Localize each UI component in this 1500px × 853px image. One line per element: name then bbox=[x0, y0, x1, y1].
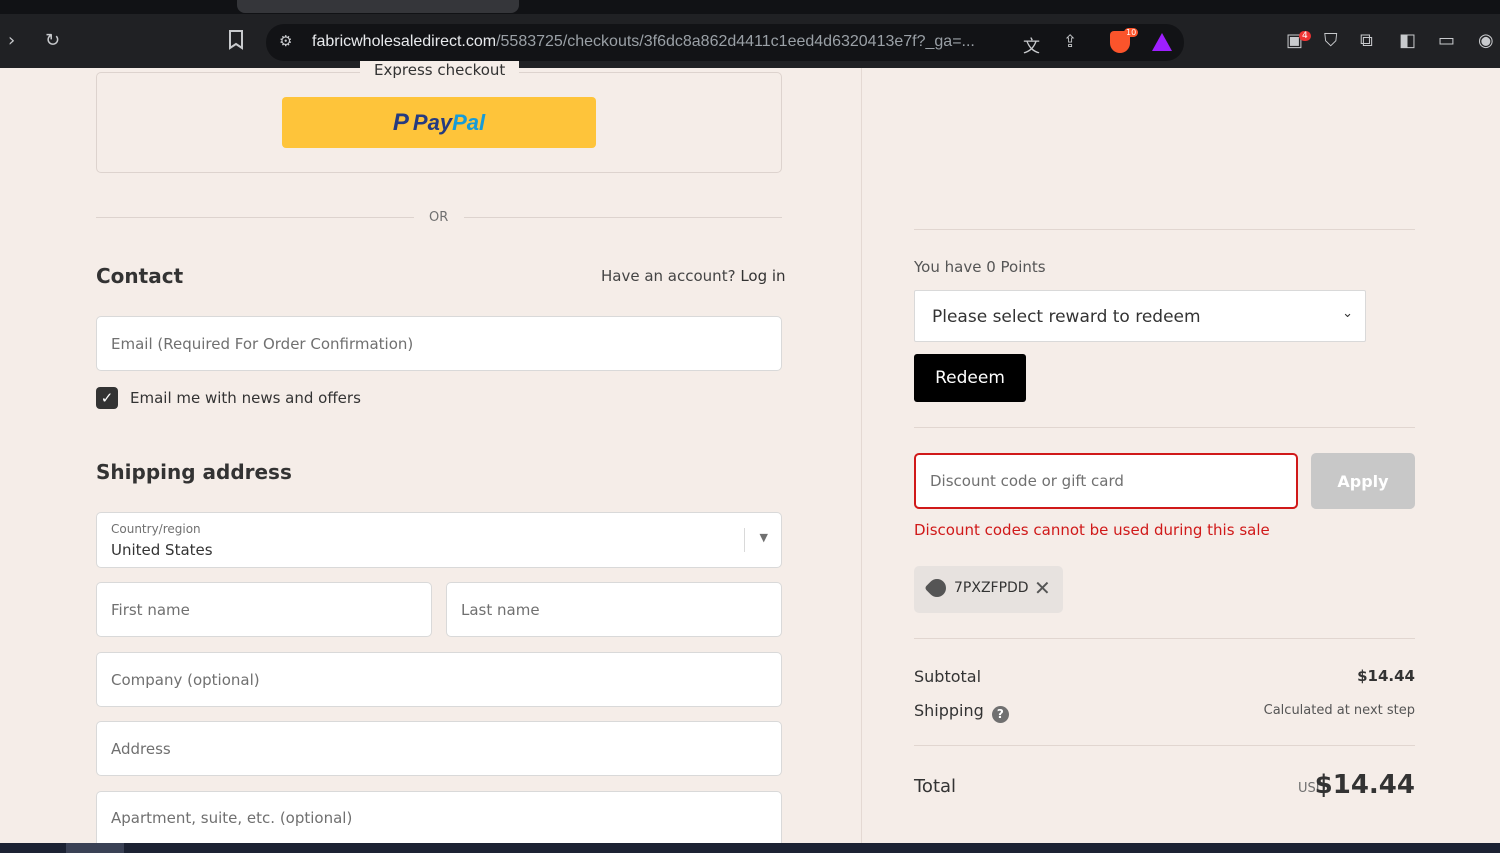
browser-toolbar: › ↻ ⚙ fabricwholesaledirect.com/5583725/… bbox=[0, 14, 1500, 68]
summary-divider-2 bbox=[914, 427, 1415, 428]
reward-select[interactable]: Please select reward to redeem ⌄ bbox=[914, 290, 1366, 342]
profile-icon[interactable]: ◉ bbox=[1478, 30, 1494, 52]
summary-divider-1 bbox=[914, 229, 1415, 230]
summary-divider-3 bbox=[914, 638, 1415, 639]
newsletter-checkbox[interactable]: ✓ bbox=[96, 387, 118, 409]
shipping-label: Shipping? bbox=[914, 701, 1009, 723]
url-text[interactable]: fabricwholesaledirect.com/5583725/checko… bbox=[312, 33, 975, 51]
share-icon[interactable]: ⇪ bbox=[1063, 32, 1077, 52]
brave-shields-count: 10 bbox=[1124, 28, 1139, 37]
contact-title: Contact bbox=[96, 264, 184, 288]
email-field[interactable] bbox=[96, 316, 782, 371]
login-link[interactable]: Log in bbox=[740, 267, 785, 285]
site-settings-icon[interactable]: ⚙ bbox=[279, 32, 292, 50]
tag-icon bbox=[924, 575, 950, 601]
bookmark-icon[interactable] bbox=[228, 30, 244, 56]
brave-rewards-icon[interactable] bbox=[1152, 33, 1172, 51]
extension-badge: 4 bbox=[1299, 31, 1311, 41]
or-label: OR bbox=[429, 210, 449, 225]
address-field[interactable] bbox=[96, 721, 782, 776]
paypal-button[interactable]: P PayPal bbox=[282, 97, 596, 148]
chevron-down-icon: ⌄ bbox=[1342, 306, 1353, 321]
summary-divider-4 bbox=[914, 745, 1415, 746]
total-label: Total bbox=[914, 776, 957, 797]
column-divider bbox=[861, 68, 862, 843]
or-divider-right bbox=[464, 217, 782, 218]
apartment-field[interactable] bbox=[96, 791, 782, 843]
help-icon[interactable]: ? bbox=[991, 706, 1009, 723]
tab-strip bbox=[0, 0, 1500, 14]
country-select[interactable]: Country/region United States ▼ bbox=[96, 512, 782, 568]
applied-discount-tag: 7PXZFPDD ✕ bbox=[914, 566, 1063, 613]
remove-code-icon[interactable]: ✕ bbox=[1034, 577, 1051, 599]
wallet-icon[interactable]: ▭ bbox=[1438, 30, 1455, 52]
points-balance: You have 0 Points bbox=[914, 258, 1046, 276]
active-tab[interactable] bbox=[237, 0, 519, 13]
subtotal-value: $14.44 bbox=[1357, 667, 1415, 685]
shipping-title: Shipping address bbox=[96, 460, 292, 484]
or-divider-left bbox=[96, 217, 414, 218]
account-prompt: Have an account? Log in bbox=[601, 267, 786, 285]
reward-select-value: Please select reward to redeem bbox=[932, 307, 1201, 327]
country-label: Country/region bbox=[111, 522, 201, 536]
sidebar-icon[interactable]: ◧ bbox=[1399, 30, 1416, 52]
address-bar[interactable]: ⚙ fabricwholesaledirect.com/5583725/chec… bbox=[266, 24, 1184, 61]
discount-code-input[interactable] bbox=[914, 453, 1298, 509]
chevron-down-icon: ▼ bbox=[759, 531, 768, 544]
shipping-value: Calculated at next step bbox=[1263, 703, 1415, 718]
last-name-field[interactable] bbox=[446, 582, 782, 637]
redeem-button[interactable]: Redeem bbox=[914, 354, 1026, 402]
express-checkout-title: Express checkout bbox=[360, 61, 520, 79]
translate-icon[interactable]: 文 bbox=[1023, 32, 1040, 57]
select-separator bbox=[744, 528, 745, 552]
reload-icon[interactable]: ↻ bbox=[45, 30, 60, 52]
applied-code: 7PXZFPDD bbox=[954, 580, 1029, 596]
apply-button[interactable]: Apply bbox=[1311, 453, 1415, 509]
discount-error: Discount codes cannot be used during thi… bbox=[914, 521, 1270, 539]
company-field[interactable] bbox=[96, 652, 782, 707]
paypal-logo-icon: P bbox=[392, 108, 409, 136]
first-name-field[interactable] bbox=[96, 582, 432, 637]
os-taskbar bbox=[0, 843, 1500, 853]
subtotal-label: Subtotal bbox=[914, 667, 982, 686]
total-value: $14.44 bbox=[1314, 770, 1415, 800]
forward-icon[interactable]: › bbox=[8, 30, 15, 52]
shield-extension-icon[interactable]: ⛉ bbox=[1324, 30, 1338, 52]
puzzle-icon[interactable]: ⧉ bbox=[1360, 30, 1373, 52]
newsletter-label: Email me with news and offers bbox=[130, 389, 361, 407]
country-value: United States bbox=[111, 541, 213, 559]
taskbar-item[interactable] bbox=[66, 843, 124, 853]
